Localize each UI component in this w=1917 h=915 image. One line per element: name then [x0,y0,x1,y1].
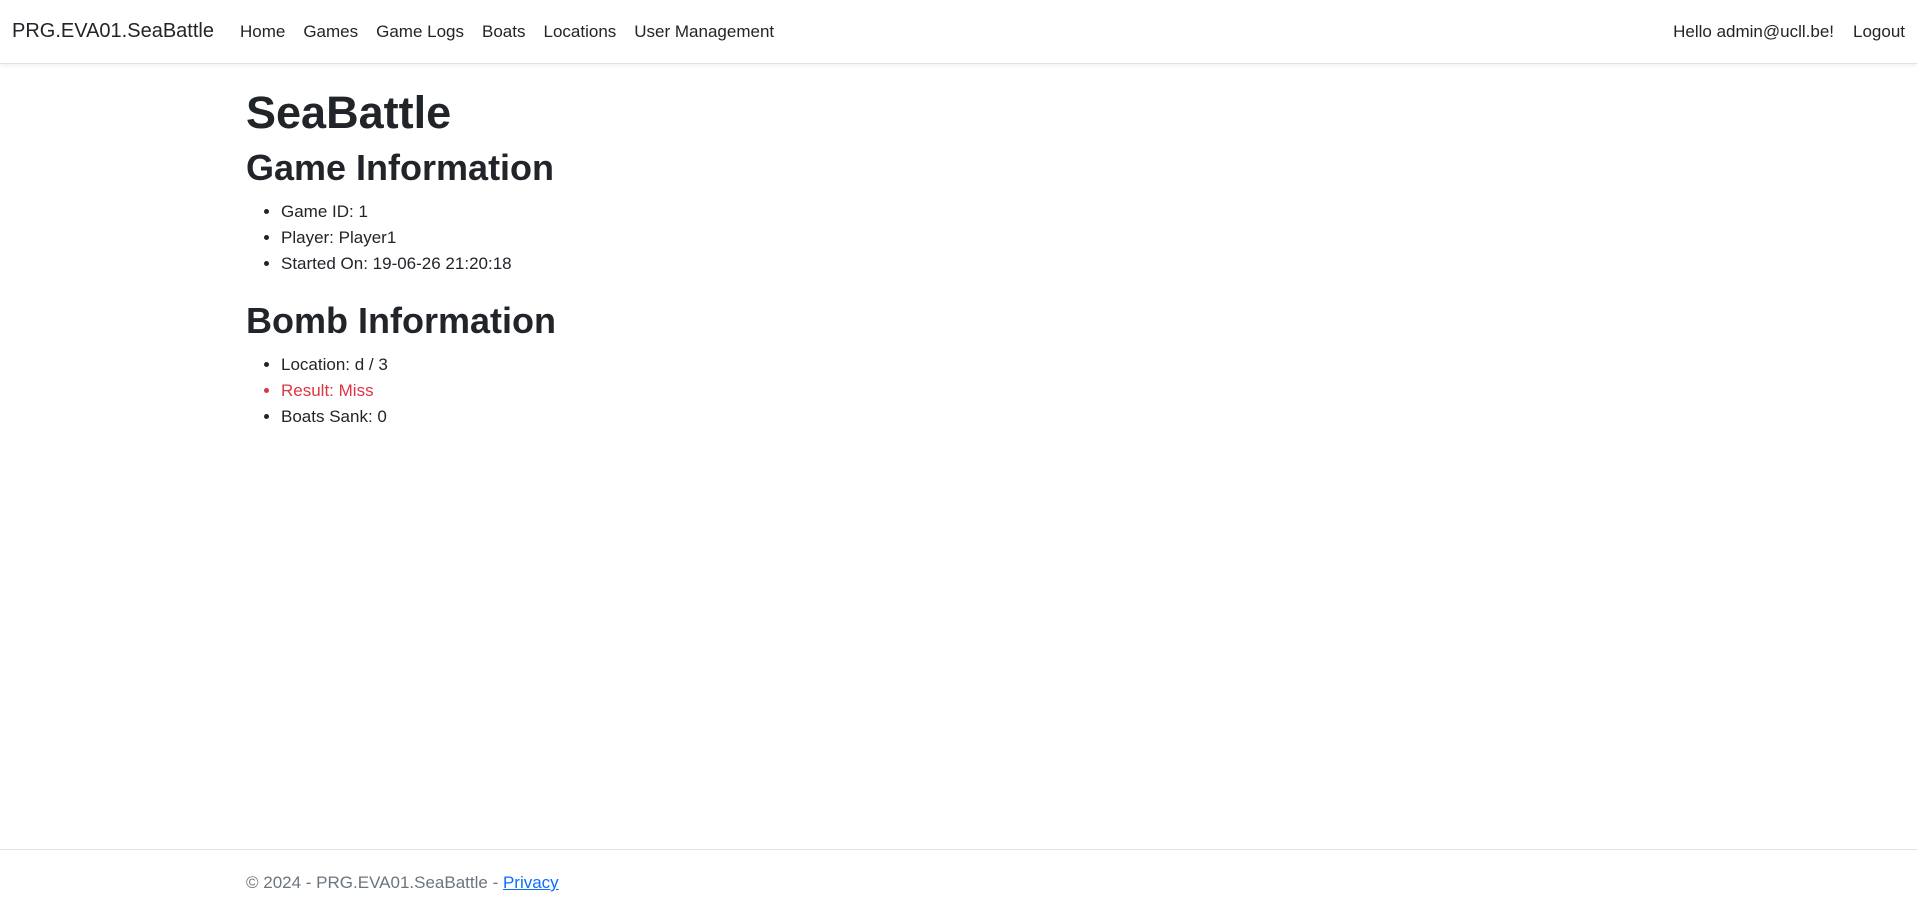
main-nav: Home Games Game Logs Boats Locations Use… [240,22,792,42]
brand-link[interactable]: PRG.EVA01.SeaBattle [12,20,214,43]
game-information-list: Game ID: 1 Player: Player1 Started On: 1… [246,199,1676,277]
bomb-location-item: Location: d / 3 [281,352,1676,378]
nav-link-games[interactable]: Games [303,22,358,42]
nav-link-game-logs[interactable]: Game Logs [376,22,464,42]
footer-content: © 2024 - PRG.EVA01.SeaBattle - Privacy [246,873,559,893]
user-nav: Hello admin@ucll.be! Logout [1654,22,1905,42]
boats-sank-item: Boats Sank: 0 [281,404,1676,430]
user-greeting-link[interactable]: Hello admin@ucll.be! [1673,22,1834,42]
nav-link-boats[interactable]: Boats [482,22,525,42]
footer: © 2024 - PRG.EVA01.SeaBattle - Privacy [0,849,1917,915]
main-content: SeaBattle Game Information Game ID: 1 Pl… [246,64,1676,430]
bomb-information-list: Location: d / 3 Result: Miss Boats Sank:… [246,352,1676,430]
nav-link-locations[interactable]: Locations [544,22,617,42]
game-information-heading: Game Information [246,147,555,188]
nav-link-home[interactable]: Home [240,22,285,42]
started-on-item: Started On: 19-06-26 21:20:18 [281,251,1676,277]
bomb-information-heading: Bomb Information [246,300,556,342]
bomb-result-item: Result: Miss [281,378,1676,404]
footer-copyright: © 2024 - PRG.EVA01.SeaBattle - [246,873,503,892]
game-id-item: Game ID: 1 [281,199,1676,225]
navbar: PRG.EVA01.SeaBattle Home Games Game Logs… [0,0,1917,64]
page-title: SeaBattle [246,87,452,138]
player-item: Player: Player1 [281,225,1676,251]
logout-button[interactable]: Logout [1853,22,1905,42]
nav-link-user-management[interactable]: User Management [634,22,774,42]
privacy-link[interactable]: Privacy [503,873,559,892]
